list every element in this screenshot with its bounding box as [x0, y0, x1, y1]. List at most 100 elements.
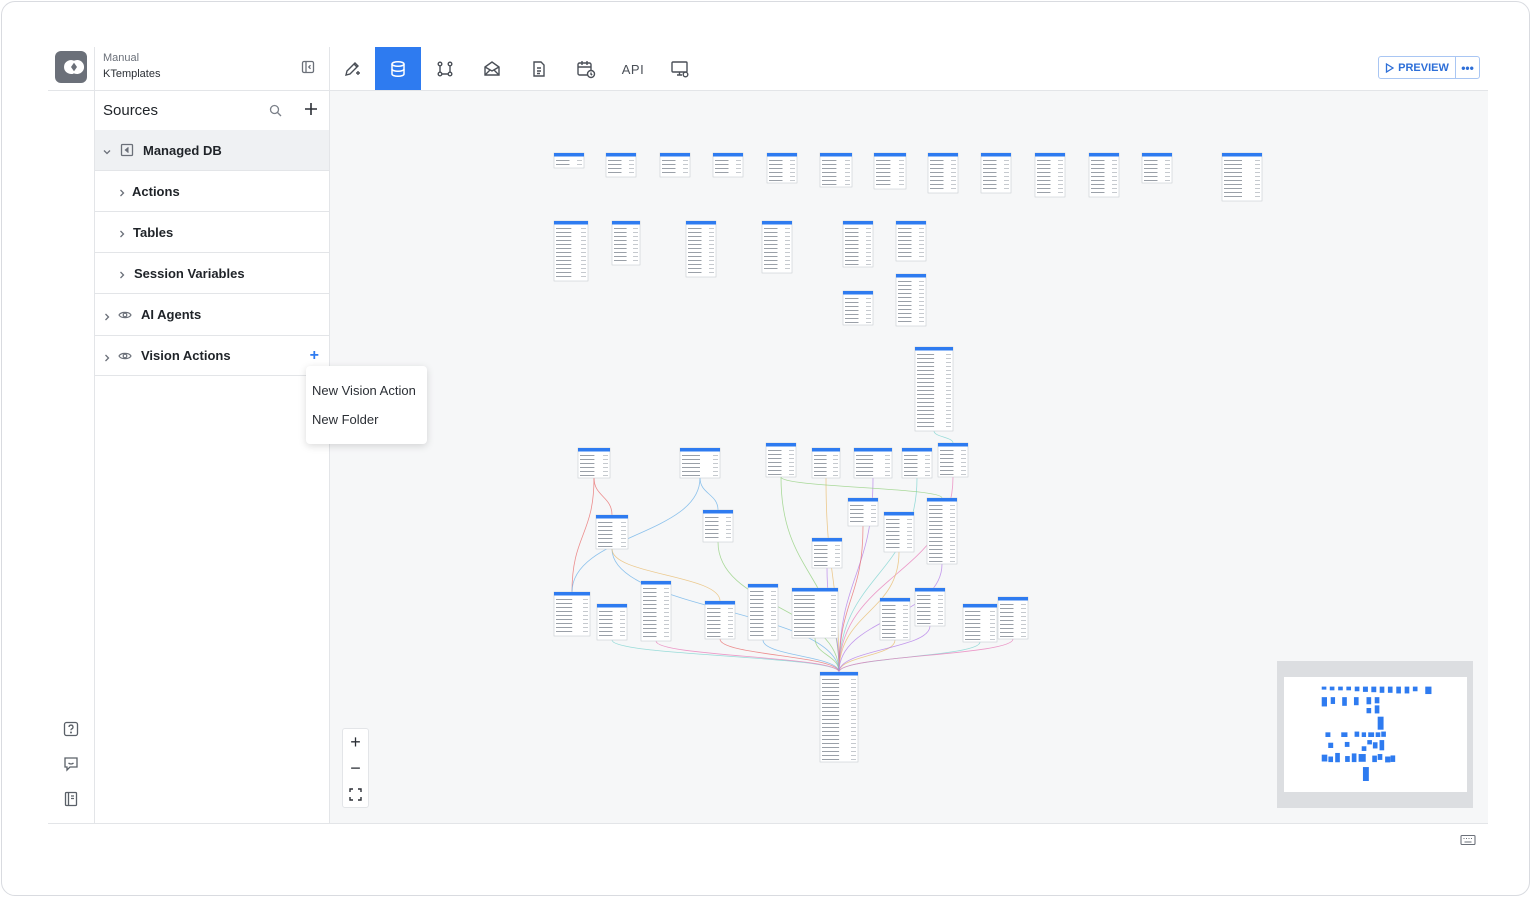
sidebar-item-ai-agents[interactable]: AI Agents: [95, 294, 329, 336]
menu-item-new-vision-action[interactable]: New Vision Action: [312, 383, 416, 398]
table-node: [1221, 152, 1263, 202]
table-column-type: [709, 228, 714, 229]
table-column-row: [599, 615, 613, 616]
chevron-right-icon: [102, 351, 112, 361]
relation-line: [780, 476, 943, 499]
sidebar-item-tables[interactable]: Tables: [95, 212, 329, 253]
table-column-row: [750, 631, 764, 632]
document-icon: [533, 61, 545, 77]
help-icon[interactable]: [62, 720, 80, 738]
table-column-type: [633, 240, 638, 241]
table-header: [1142, 153, 1172, 157]
table-column-type: [785, 228, 790, 229]
chat-icon[interactable]: [62, 755, 80, 773]
menu-item-new-folder[interactable]: New Folder: [312, 412, 378, 427]
table-column-row: [814, 553, 828, 554]
table-column-row: [556, 240, 572, 241]
table-column-type: [919, 297, 924, 298]
table-column-row: [898, 321, 912, 322]
docs-book-icon[interactable]: [62, 790, 80, 808]
table-column-row: [940, 462, 954, 463]
table-column-row: [917, 599, 931, 600]
table-column-type: [771, 595, 776, 596]
tab-data[interactable]: [375, 47, 421, 91]
table-column-type: [885, 471, 890, 472]
tab-email[interactable]: [469, 47, 515, 91]
fit-view-button[interactable]: [343, 781, 368, 807]
table-column-type: [728, 608, 733, 609]
table-column-row: [886, 547, 900, 548]
table-column-row: [876, 164, 891, 165]
table-column-row: [845, 310, 859, 311]
table-column-type: [919, 305, 924, 306]
sidebar-item-label: Vision Actions: [141, 348, 231, 363]
zoom-in-button[interactable]: +: [343, 729, 368, 755]
search-icon[interactable]: [268, 103, 283, 118]
minimap[interactable]: [1277, 661, 1473, 808]
table-header: [597, 604, 627, 608]
tab-workflows[interactable]: [422, 47, 468, 91]
table-column-type: [831, 595, 836, 596]
table-column-row: [940, 450, 954, 451]
table-column-row: [917, 386, 935, 387]
table-node: [842, 290, 874, 326]
add-vision-action-button[interactable]: +: [310, 347, 319, 365]
table-column-row: [822, 727, 840, 728]
table-column-type: [771, 603, 776, 604]
table-column-row: [886, 519, 900, 520]
minimap-node: [1366, 697, 1372, 705]
tab-settings[interactable]: [657, 47, 703, 91]
collapse-sidebar-icon[interactable]: [300, 59, 316, 75]
table-column-type: [925, 467, 930, 468]
add-source-icon[interactable]: [303, 101, 319, 117]
table-column-type: [603, 475, 608, 476]
table-column-row: [1224, 184, 1242, 185]
table-column-type: [728, 620, 733, 621]
sidebar-item-managed-db[interactable]: Managed DB: [95, 130, 329, 171]
table-column-row: [764, 268, 778, 269]
tab-edit[interactable]: [329, 47, 375, 91]
table-column-type: [831, 623, 836, 624]
table-column-type: [903, 617, 908, 618]
table-column-type: [785, 264, 790, 265]
tab-api[interactable]: API: [610, 47, 656, 91]
table-node: [704, 600, 736, 640]
table-column-type: [919, 293, 924, 294]
table-column-row: [750, 591, 764, 592]
table-column-row: [688, 244, 702, 245]
table-column-type: [633, 252, 638, 253]
table-column-type: [938, 611, 943, 612]
table-node: [1034, 152, 1066, 198]
zoom-out-button[interactable]: −: [343, 755, 368, 781]
table-column-type: [866, 310, 871, 311]
table-column-row: [929, 557, 943, 558]
sidebar-item-vision-actions[interactable]: Vision Actions +: [95, 336, 329, 376]
table-column-row: [983, 168, 997, 169]
table-column-row: [643, 620, 657, 621]
app-logo[interactable]: [55, 51, 87, 83]
tab-scheduler[interactable]: [563, 47, 609, 91]
app-window: Manual KTemplates API PREVIEW ••• Source…: [1, 1, 1530, 896]
table-column-type: [1058, 176, 1063, 177]
keyboard-icon[interactable]: [1460, 833, 1476, 846]
table-column-type: [1004, 168, 1009, 169]
minimap-node: [1412, 686, 1418, 692]
table-column-type: [950, 553, 955, 554]
table-column-row: [614, 240, 627, 241]
table-column-type: [789, 454, 794, 455]
table-column-type: [946, 394, 951, 395]
table-column-row: [643, 616, 657, 617]
preview-button[interactable]: PREVIEW: [1378, 56, 1456, 79]
more-options-button[interactable]: •••: [1455, 56, 1480, 79]
table-column-row: [822, 679, 840, 680]
table-header: [902, 448, 932, 452]
table-column-row: [556, 615, 573, 616]
table-column-row: [750, 607, 764, 608]
table-column-type: [1004, 176, 1009, 177]
table-column-type: [990, 639, 995, 640]
sidebar-item-actions[interactable]: Actions: [95, 171, 329, 212]
sidebar-item-session-variables[interactable]: Session Variables: [95, 253, 329, 294]
table-column-type: [1021, 632, 1026, 633]
tab-documents[interactable]: [516, 47, 562, 91]
table-node: [811, 537, 843, 569]
